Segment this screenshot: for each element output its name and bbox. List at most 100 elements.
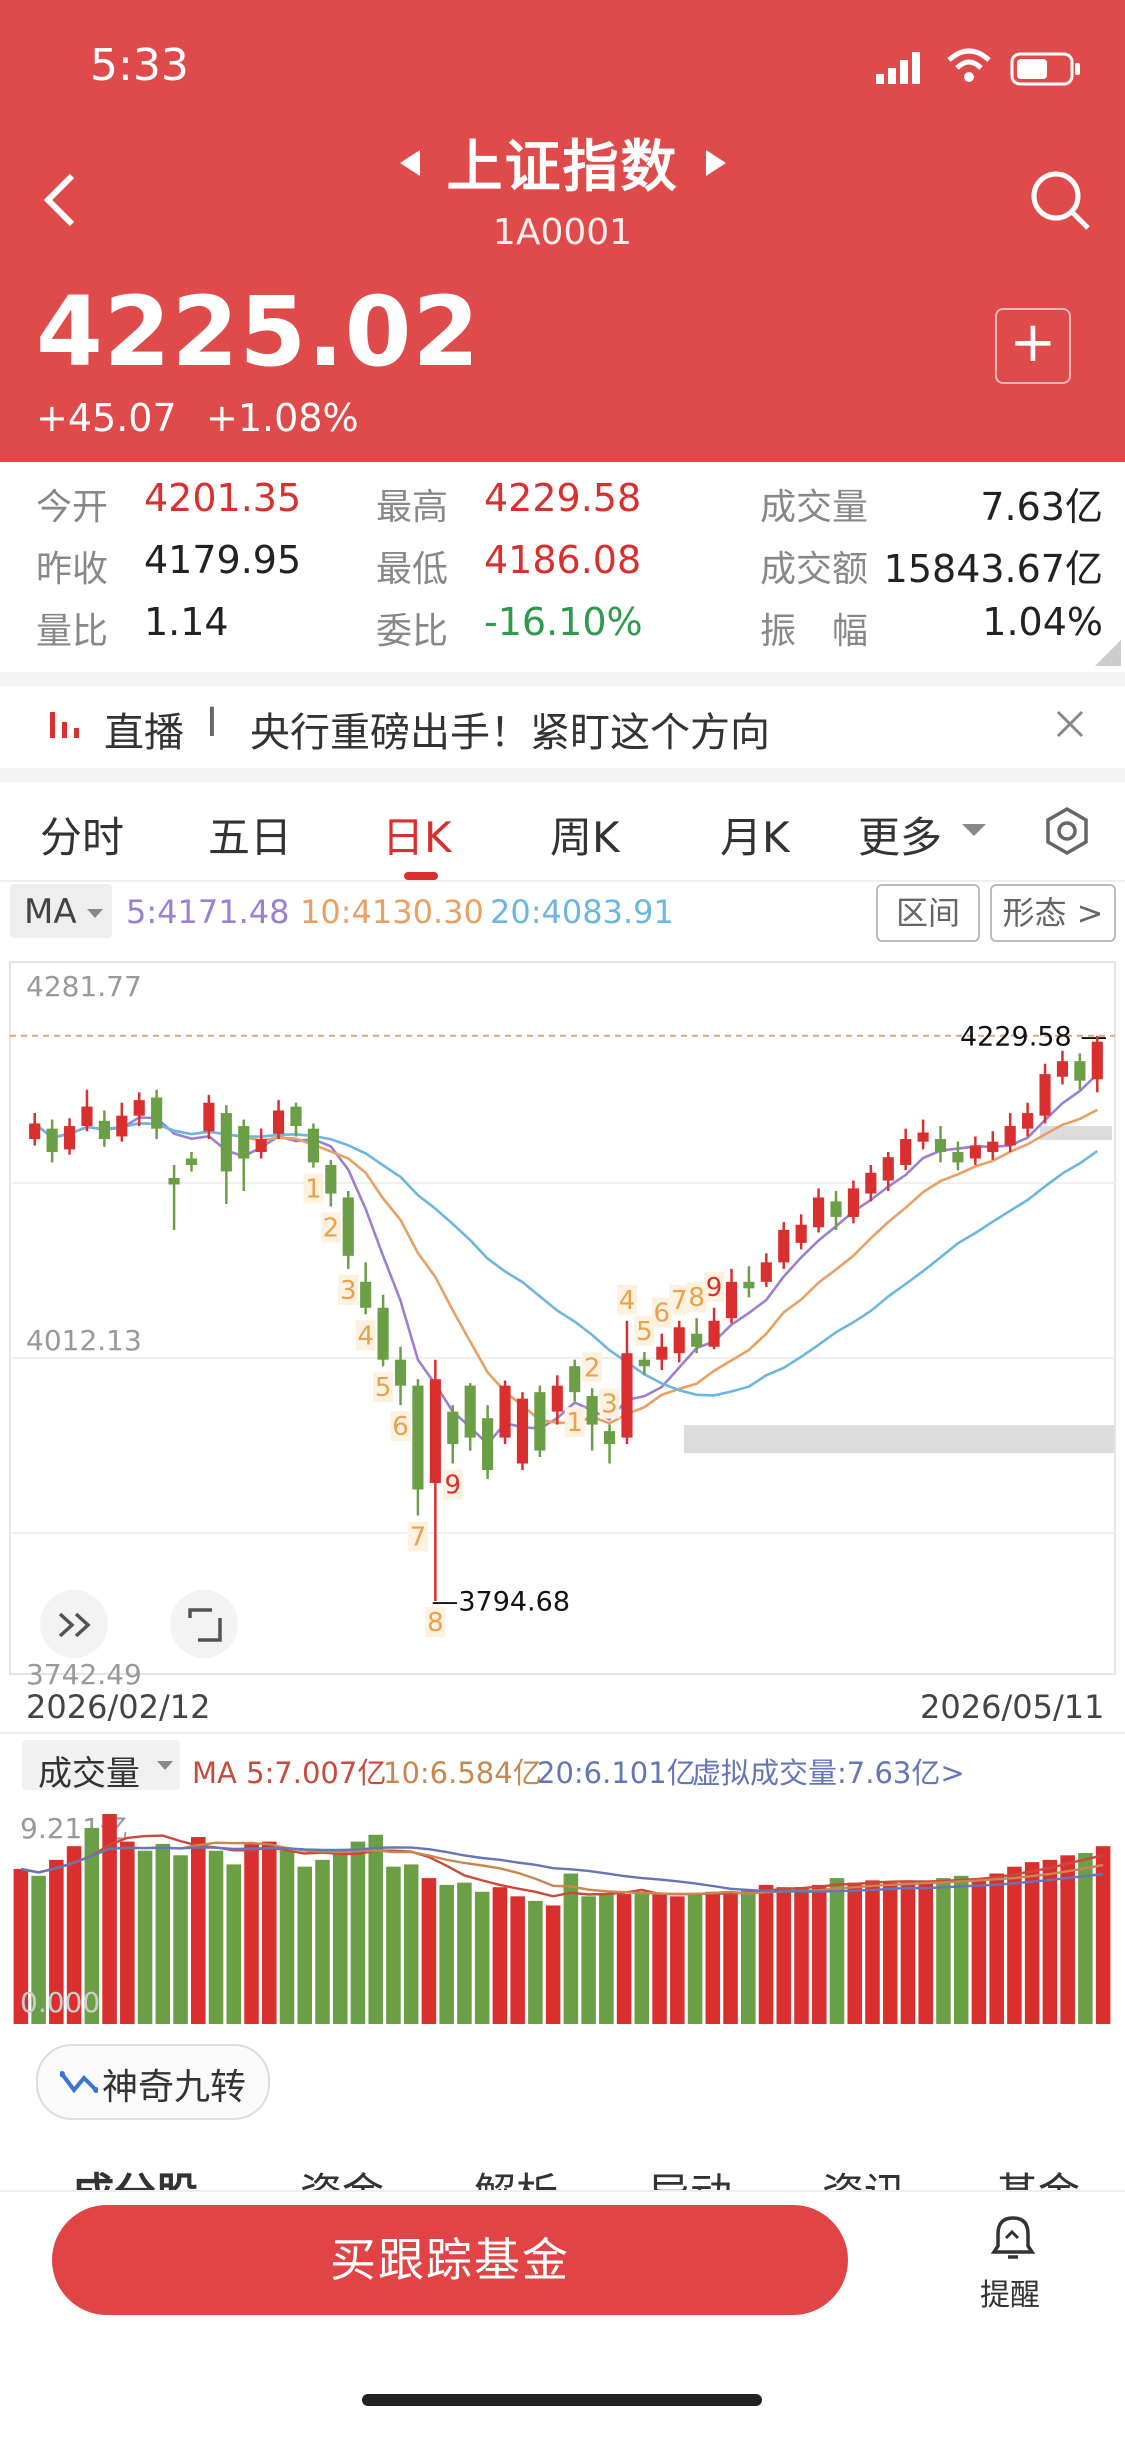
volume-bar [457,1882,472,2024]
tab-3[interactable]: 周K [550,804,620,865]
candle-body [1022,1113,1034,1129]
candle-body [360,1281,372,1308]
volume-bar [634,1891,650,2024]
pattern-button[interactable]: 形态 > [990,884,1116,942]
volume-bar [120,1841,135,2024]
more-dropdown-icon[interactable] [960,820,988,840]
candle-body [795,1224,807,1243]
candle-body [377,1307,389,1360]
candle-body [482,1418,494,1471]
volume-bar [705,1891,721,2024]
section-tab-1[interactable]: 资金 [300,2160,384,2190]
quote-stats: 今开 4201.35 最高 4229.58 成交量 7.63亿 昨收 4179.95 最低 418… [0,462,1125,672]
double-chevron-icon [58,1612,91,1638]
candle-body [429,1379,441,1484]
nine-turn-chip[interactable]: 神奇九转 [36,2044,270,2120]
close-icon[interactable] [1054,708,1086,740]
candle-body [151,1097,163,1129]
nine-turn-label: 神奇九转 [102,2067,247,2108]
candle-body [534,1392,546,1451]
section-tab-2[interactable]: 解析 [474,2160,558,2190]
candle-body [307,1128,319,1163]
candle-body [569,1366,581,1393]
date-start: 2026/02/12 [26,1688,211,1726]
candle-body [63,1126,76,1150]
volume-bar [599,1894,614,2024]
candle-body [1074,1061,1086,1081]
stat-label: 委比 [376,611,449,652]
candle-body [290,1106,302,1127]
nine-turn-number: 1 [566,1408,583,1438]
live-headline: 央行重磅出手！紧盯这个方向 [250,710,770,756]
candle-body [98,1120,110,1140]
stat-value: 4179.95 [144,538,302,582]
stat-label: 成交量 [760,487,869,528]
tab-5[interactable]: 更多 [858,804,942,865]
nine-turn-number: 4 [619,1286,636,1316]
volume-bar [137,1850,153,2024]
virtual-volume[interactable]: 虚拟成交量:7.63亿> [692,1750,965,1792]
section-tab-0[interactable]: 成分股 [72,2160,198,2190]
volume-bar [900,1882,916,2024]
low-price-label: —3794.68 [431,1586,570,1617]
volume-bar [403,1864,419,2024]
nine-turn-number: 1 [305,1175,322,1205]
wifi-icon [947,48,991,82]
live-separator: I [206,700,218,746]
candle-body [81,1106,93,1127]
candle-body [673,1327,685,1354]
volume-bar [989,1873,1004,2024]
vol-ma20: 20:6.101亿 [537,1756,696,1790]
candle-body [1039,1074,1051,1116]
remind-label[interactable]: 提醒 [980,2270,1040,2314]
chevron-down-icon [157,1761,173,1770]
range-button[interactable]: 区间 [876,884,980,942]
add-watchlist-button[interactable]: + [995,308,1071,384]
volume-selector[interactable]: 成交量 [22,1740,180,1794]
candle-body [168,1177,180,1185]
candle-body [691,1333,703,1347]
expand-button[interactable] [40,1590,108,1658]
volume-bar [368,1834,383,2024]
nine-turn-number: 8 [688,1283,705,1313]
section-tab-5[interactable]: 基金 [996,2160,1080,2190]
divider [0,1732,1125,1734]
stat-value: 4229.58 [484,476,642,520]
volume-ytick-bottom: 0.000 [20,1986,100,2019]
ma-selector-label: MA [24,892,77,932]
stat-label: 量比 [36,611,109,652]
tab-2[interactable]: 日K [382,804,452,865]
candle-body [934,1139,947,1153]
buy-fund-button[interactable]: 买跟踪基金 [52,2205,848,2315]
volume-bar [1095,1846,1111,2024]
volume-bar [882,1882,898,2024]
live-banner[interactable]: 直播 I 央行重磅出手！紧盯这个方向 [0,686,1125,768]
candle-body [725,1281,738,1319]
section-tab-4[interactable]: 资讯 [822,2160,906,2190]
tab-4[interactable]: 月K [720,804,790,865]
ma-selector[interactable]: MA [10,884,112,938]
settings-icon[interactable] [1042,806,1092,856]
y-tick-label: 4012.13 [26,1324,142,1357]
stat-label: 今开 [36,487,109,528]
kline-chart[interactable]: 4281.774012.133742.494229.58 —1234567891… [0,948,1125,1688]
candle-body [778,1229,790,1263]
stat-label: 昨收 [36,549,109,590]
fullscreen-button[interactable] [170,1590,238,1658]
candle-body [847,1188,859,1217]
candle-body [656,1346,668,1360]
volume-bar [191,1837,206,2024]
volume-bar [758,1884,774,2024]
bell-icon[interactable] [990,2214,1036,2262]
section-tab-3[interactable]: 异动 [648,2160,732,2190]
tab-0[interactable]: 分时 [40,804,124,865]
search-icon[interactable] [1028,168,1092,232]
volume-bar [545,1905,561,2024]
nine-turn-number: 7 [671,1286,688,1316]
header: 5:33 上证指数 1A0001 4225.02 +45.07 +1.08% + [0,0,1125,462]
tab-1[interactable]: 五日 [208,804,292,865]
volume-bar [971,1878,987,2024]
volume-bar [439,1884,454,2024]
crop-icon [188,1608,222,1642]
candle-body [900,1139,912,1166]
